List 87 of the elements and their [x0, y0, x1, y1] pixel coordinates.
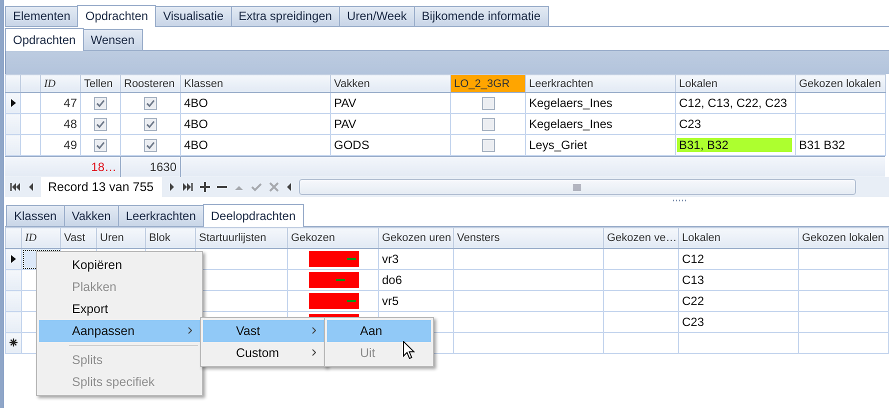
column-header[interactable]: Vakken [330, 74, 450, 92]
tab[interactable]: Bijkomende informatie [414, 6, 549, 26]
table-cell: PAV [334, 117, 356, 131]
table-cell: 48 [64, 117, 77, 131]
table-cell: 49 [64, 138, 77, 152]
menu-item[interactable]: Export [39, 298, 200, 320]
checkbox[interactable] [94, 139, 107, 152]
tab[interactable]: Opdrachten [77, 5, 156, 27]
table-cell: Leys_Griet [529, 138, 588, 152]
table-cell: 4BO [184, 117, 208, 131]
scroll-left-icon[interactable] [286, 182, 292, 192]
tab[interactable]: Vakken [64, 205, 119, 226]
next-icon[interactable] [168, 182, 175, 192]
column-header[interactable]: Roosteren [120, 74, 180, 92]
checkbox[interactable] [144, 118, 157, 132]
table-cell: PAV [334, 96, 356, 110]
menu-item[interactable]: Custom [203, 342, 324, 364]
mouse-pointer-icon [403, 341, 415, 360]
table-cell: C13 [682, 273, 704, 287]
menu-item[interactable]: Aanpassen [39, 320, 200, 342]
tab[interactable]: Extra spreidingen [230, 6, 340, 26]
table-cell: 4BO [184, 96, 208, 110]
menu-item[interactable]: Vast [203, 320, 324, 342]
checkbox[interactable] [482, 139, 494, 152]
tab[interactable]: Visualisatie [155, 6, 232, 26]
table-cell: GODS [334, 138, 370, 152]
table-cell: C22 [682, 294, 704, 308]
checkbox[interactable] [482, 118, 494, 132]
column-header[interactable]: LO_2_3GR [450, 74, 526, 92]
splitter-grip-icon[interactable] [672, 199, 686, 202]
column-header[interactable]: Vast [60, 228, 96, 248]
tab[interactable]: Opdrachten [5, 28, 84, 51]
column-header[interactable]: Gekozen lokalen [796, 74, 886, 92]
table-cell: 47 [64, 96, 77, 110]
checkbox[interactable] [482, 97, 494, 110]
column-header[interactable]: Gekozen uren [378, 228, 454, 248]
table-cell: B31 B32 [799, 138, 846, 152]
checkbox[interactable] [94, 97, 107, 110]
menu-item[interactable]: Aan [327, 320, 431, 342]
checkbox[interactable] [94, 118, 107, 132]
tab[interactable]: Wensen [82, 29, 143, 50]
column-header[interactable]: Leerkrachten [526, 74, 676, 92]
column-header[interactable]: Blok [146, 228, 196, 248]
column-header[interactable]: Lokalen [678, 228, 798, 248]
column-header[interactable]: Gekozen [288, 228, 378, 248]
column-header[interactable]: Uren [96, 228, 146, 248]
table-cell: Kegelaers_Ines [529, 96, 612, 110]
table-cell: Kegelaers_Ines [529, 117, 612, 131]
table-cell: 4BO [184, 138, 208, 152]
checkbox[interactable] [144, 97, 157, 110]
time-bar [309, 272, 359, 288]
time-bar [309, 251, 359, 267]
first-icon[interactable] [10, 182, 21, 192]
time-bar [309, 293, 359, 309]
table-cell: do6 [382, 273, 402, 287]
column-header[interactable]: ID [40, 74, 80, 92]
tab[interactable]: Uren/Week [338, 6, 415, 26]
summary-value: 1630 [150, 160, 176, 174]
checkbox[interactable] [144, 139, 157, 152]
last-icon[interactable] [182, 182, 193, 192]
tab[interactable]: Deelopdrachten [202, 204, 304, 227]
column-header[interactable]: ID [22, 228, 60, 248]
table-cell: C12, C13, C22, C23 [679, 96, 788, 110]
table-cell: C23 [682, 315, 704, 329]
table-cell: vr3 [382, 252, 399, 266]
table-cell: C12 [682, 252, 704, 266]
column-header[interactable]: Gekozen ve… [604, 228, 678, 248]
table-cell: vr5 [382, 294, 399, 308]
column-header[interactable]: Vensters [454, 228, 604, 248]
column-header[interactable]: Startuurlijsten [196, 228, 288, 248]
table-cell: B31, B32 [677, 138, 792, 152]
tab[interactable]: Klassen [6, 205, 65, 226]
column-header[interactable]: Lokalen [676, 74, 796, 92]
tab[interactable]: Elementen [5, 6, 78, 26]
new-row-icon [9, 338, 18, 347]
tab[interactable]: Leerkrachten [118, 205, 204, 226]
summary-value: 18… [91, 160, 116, 174]
grip-icon [572, 184, 582, 190]
scrollbar-thumb[interactable] [298, 179, 856, 195]
plus-icon[interactable] [200, 182, 210, 192]
column-header[interactable]: Gekozen lokalen [798, 228, 888, 248]
record-counter: Record 13 van 755 [41, 177, 162, 197]
column-header[interactable]: Klassen [180, 74, 330, 92]
menu-item[interactable]: Kopiëren [39, 254, 200, 276]
column-header[interactable]: Tellen [80, 74, 120, 92]
previous-icon[interactable] [28, 182, 34, 192]
table-cell: C23 [679, 117, 702, 131]
